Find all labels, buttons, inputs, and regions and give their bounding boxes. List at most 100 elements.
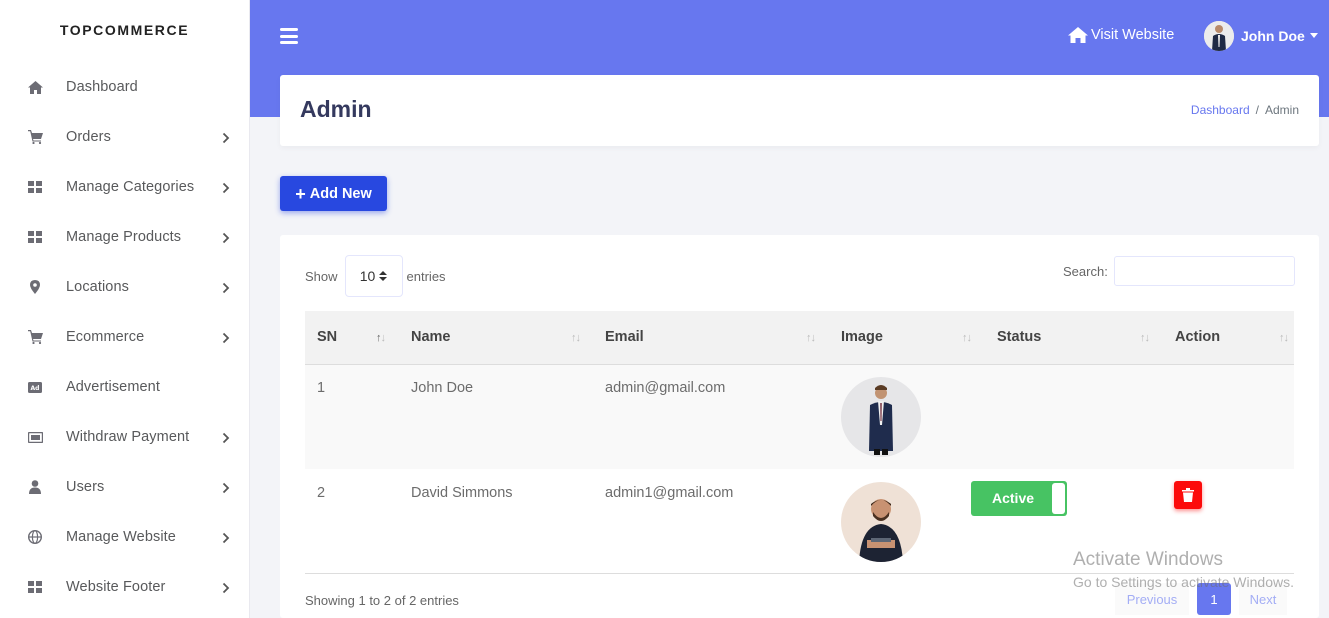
sort-icon: ↑↓ <box>571 332 581 344</box>
column-header-status[interactable]: Status <box>997 311 1041 365</box>
sidebar-item-website-footer[interactable]: Website Footer <box>0 562 250 612</box>
chevron-right-icon <box>220 331 232 344</box>
home-icon <box>1068 27 1088 43</box>
globe-icon <box>27 529 43 545</box>
entries-label: entries <box>406 268 446 284</box>
cart-icon <box>27 329 43 345</box>
page-length-control: Show 10 entries <box>305 255 446 297</box>
column-header-image[interactable]: Image <box>841 311 883 365</box>
column-header-name[interactable]: Name <box>411 311 451 365</box>
page-1-button[interactable]: 1 <box>1197 583 1231 615</box>
breadcrumb: Dashboard / Admin <box>1190 103 1299 117</box>
menu-toggle-icon[interactable] <box>280 28 298 44</box>
svg-text:Ad: Ad <box>31 385 40 392</box>
sidebar-item-manage-products[interactable]: Manage Products <box>0 212 250 262</box>
cell-email: admin@gmail.com <box>605 380 726 396</box>
sort-icon: ↑↓ <box>1140 332 1150 344</box>
show-label: Show <box>305 268 338 284</box>
chevron-right-icon <box>220 481 232 494</box>
chevron-right-icon <box>220 581 232 594</box>
breadcrumb-dashboard-link[interactable]: Dashboard <box>1191 103 1250 117</box>
sidebar-item-manage-categories[interactable]: Manage Categories <box>0 162 250 212</box>
chevron-right-icon <box>220 181 232 194</box>
chevron-right-icon <box>220 231 232 244</box>
previous-page-button[interactable]: Previous <box>1115 583 1189 615</box>
sidebar-item-label: Manage Categories <box>66 179 195 195</box>
grid-icon <box>27 229 43 245</box>
caret-down-icon <box>1309 32 1318 38</box>
chevron-right-icon <box>220 281 232 294</box>
sidebar-item-orders[interactable]: Orders <box>0 112 250 162</box>
money-icon <box>27 429 43 445</box>
trash-icon <box>1182 488 1194 502</box>
visit-website-link[interactable]: Visit Website <box>1067 26 1174 44</box>
sidebar-item-label: Manage Website <box>66 529 176 545</box>
sidebar-item-withdraw-payment[interactable]: Withdraw Payment <box>0 412 250 462</box>
cell-sn: 2 <box>317 485 326 501</box>
user-photo <box>841 482 921 562</box>
user-menu[interactable]: John Doe <box>1204 21 1318 51</box>
sidebar-item-manage-website[interactable]: Manage Website <box>0 512 250 562</box>
sort-arrows-icon <box>379 271 388 281</box>
plus-icon: + <box>295 183 306 204</box>
breadcrumb-current: Admin <box>1264 103 1299 117</box>
sidebar-item-label: Advertisement <box>66 379 160 395</box>
map-pin-icon <box>27 279 43 295</box>
sidebar-item-label: Locations <box>66 279 129 295</box>
sort-icon: ↑↓ <box>962 332 972 344</box>
sidebar-item-label: Dashboard <box>66 79 138 95</box>
sidebar-item-label: Website Footer <box>66 579 166 595</box>
sidebar-item-label: Ecommerce <box>66 329 145 345</box>
sidebar-item-label: Manage Products <box>66 229 182 245</box>
grid-icon <box>27 579 43 595</box>
cell-email: admin1@gmail.com <box>605 485 734 501</box>
sidebar-item-label: Withdraw Payment <box>66 429 190 445</box>
visit-website-label: Visit Website <box>1091 27 1175 43</box>
avatar <box>1204 21 1234 51</box>
column-header-email[interactable]: Email <box>605 311 644 365</box>
user-name: John Doe <box>1241 28 1305 44</box>
toggle-knob <box>1052 483 1065 514</box>
user-icon <box>27 479 43 495</box>
table-search: Search: <box>1063 256 1295 286</box>
add-new-button[interactable]: + Add New <box>280 176 387 211</box>
grid-icon <box>27 179 43 195</box>
next-page-button[interactable]: Next <box>1239 583 1287 615</box>
chevron-right-icon <box>220 431 232 444</box>
sidebar-item-label: Users <box>66 479 105 495</box>
home-icon <box>27 79 43 95</box>
table-header: SN ↑↓ Name ↑↓ Email ↑↓ Image ↑↓ Status ↑… <box>305 311 1294 365</box>
section-header: Admin Dashboard / Admin <box>280 75 1319 146</box>
cart-icon <box>27 129 43 145</box>
delete-button[interactable] <box>1174 481 1202 509</box>
column-header-sn[interactable]: SN <box>317 311 337 365</box>
cell-name: David Simmons <box>411 485 513 501</box>
sidebar-item-users[interactable]: Users <box>0 462 250 512</box>
sidebar-item-advertisement[interactable]: Ad Advertisement <box>0 362 250 412</box>
status-toggle-label: Active <box>992 490 1035 506</box>
sidebar-item-label: Orders <box>66 129 111 145</box>
chevron-right-icon <box>220 531 232 544</box>
page-title: Admin <box>300 96 372 122</box>
sidebar-item-locations[interactable]: Locations <box>0 262 250 312</box>
page-length-select[interactable]: 10 <box>344 255 403 297</box>
sidebar-item-dashboard[interactable]: Dashboard <box>0 62 250 112</box>
search-input[interactable] <box>1113 256 1295 286</box>
admin-table-card: Show 10 entries Search: SN ↑↓ Name ↑↓ Em… <box>280 235 1319 618</box>
sort-icon: ↑↓ <box>376 332 386 344</box>
cell-sn: 1 <box>317 380 326 396</box>
table-row: 1 John Doe admin@gmail.com <box>305 365 1294 469</box>
column-header-action[interactable]: Action <box>1175 311 1220 365</box>
search-label: Search: <box>1063 263 1108 279</box>
user-photo <box>841 377 921 457</box>
brand-logo[interactable]: TOPCOMMERCE <box>0 0 249 60</box>
status-toggle[interactable]: Active <box>971 481 1067 516</box>
ad-icon: Ad <box>27 379 43 395</box>
table-row: 2 David Simmons admin1@gmail.com <box>305 470 1294 574</box>
pagination: Previous 1 Next <box>1115 583 1287 615</box>
cell-name: John Doe <box>411 380 474 396</box>
chevron-right-icon <box>220 131 232 144</box>
add-new-label: Add New <box>309 185 372 202</box>
sidebar-item-ecommerce[interactable]: Ecommerce <box>0 312 250 362</box>
sort-icon: ↑↓ <box>806 332 816 344</box>
